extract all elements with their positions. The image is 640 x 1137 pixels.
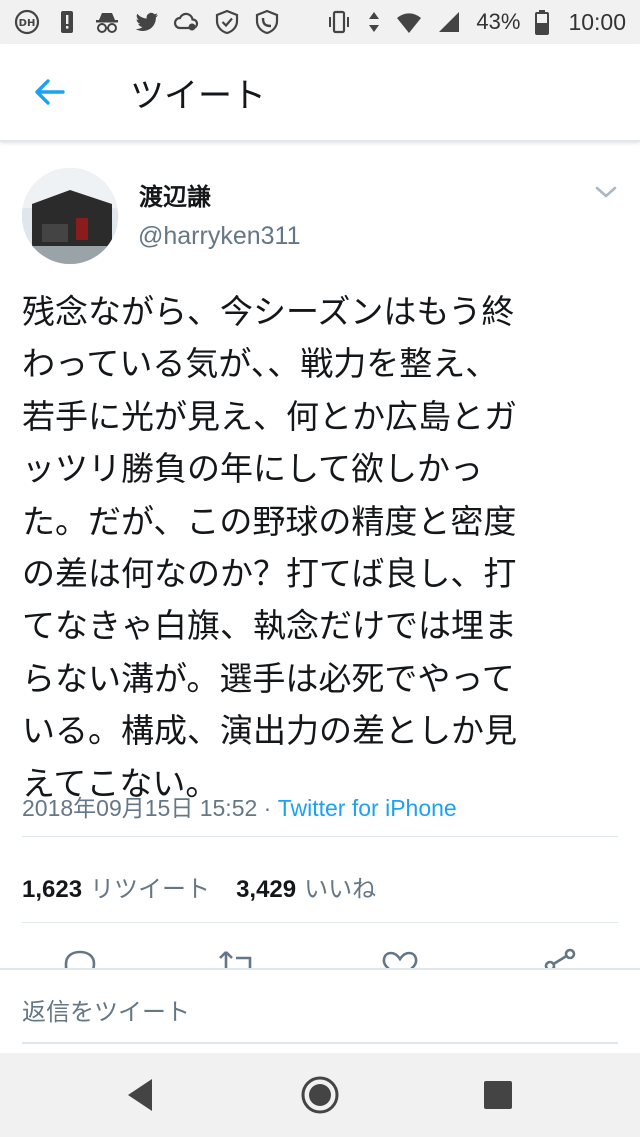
like-count: 3,429 bbox=[236, 876, 297, 903]
shield-icon bbox=[214, 9, 240, 35]
battery-percent: 43% bbox=[476, 9, 521, 34]
square-recents-icon bbox=[484, 1081, 512, 1109]
tweet-text-line: の差は何なのか？打てば良し、打 bbox=[22, 554, 517, 594]
share-icon bbox=[544, 948, 576, 970]
page-title: ツイート bbox=[130, 75, 266, 116]
phone-settings-icon bbox=[254, 9, 280, 35]
retweet-icon bbox=[219, 951, 252, 970]
app-header: ツイート bbox=[0, 44, 640, 142]
reply-button[interactable] bbox=[60, 946, 100, 970]
meta-separator: · bbox=[263, 795, 272, 821]
tweet-source-link[interactable]: Twitter for iPhone bbox=[278, 795, 457, 821]
retweet-button[interactable] bbox=[218, 946, 258, 970]
retweet-stat[interactable]: 1,623 リツイート bbox=[22, 869, 210, 904]
disney-hotstar-icon: DH bbox=[14, 9, 40, 35]
tweet-text: 残念ながら、今シーズンはもう終 わっている気が、、戦力を整え、 若手に光が見え、… bbox=[22, 286, 622, 810]
reply-icon bbox=[64, 950, 96, 970]
nav-recents-button[interactable] bbox=[478, 1075, 518, 1115]
nav-back-button[interactable] bbox=[122, 1075, 162, 1115]
circle-home-icon bbox=[301, 1076, 339, 1114]
tweet-actions bbox=[0, 942, 640, 970]
tweet-timestamp[interactable]: 2018年09月15日 15:52 bbox=[22, 795, 257, 821]
tweet-text-line: らない溝が。選手は必死でやって bbox=[22, 658, 515, 698]
like-label: いいね bbox=[304, 875, 377, 903]
retweet-label: リツイート bbox=[90, 875, 211, 903]
status-bar: DH 43% 10:00 bbox=[0, 0, 640, 44]
back-arrow-icon bbox=[35, 79, 65, 105]
status-right-icons: 43% 10:00 bbox=[326, 9, 626, 36]
wifi-icon bbox=[396, 9, 422, 35]
back-button[interactable] bbox=[20, 62, 80, 122]
nav-home-button[interactable] bbox=[300, 1075, 340, 1115]
clock: 10:00 bbox=[568, 8, 626, 35]
author-handle[interactable]: @harryken311 bbox=[138, 222, 301, 251]
reply-underline bbox=[22, 1042, 618, 1044]
data-arrows-icon bbox=[366, 9, 382, 35]
tweet-text-line: てなきゃ白旗、執念だけでは埋ま bbox=[22, 606, 517, 646]
divider bbox=[22, 922, 618, 923]
chevron-down-icon bbox=[595, 186, 617, 198]
twitter-icon bbox=[134, 9, 160, 35]
cloud-settings-icon bbox=[174, 9, 200, 35]
status-left-icons: DH bbox=[14, 9, 280, 35]
svg-text:DH: DH bbox=[19, 18, 36, 29]
author-name[interactable]: 渡辺謙 bbox=[139, 177, 211, 212]
tweet-text-line: いる。構成、演出力の差としか見 bbox=[22, 711, 517, 751]
heart-icon bbox=[382, 951, 418, 970]
tweet-meta: 2018年09月15日 15:52 · Twitter for iPhone bbox=[22, 789, 457, 823]
tweet-author-row: 渡辺謙 @harryken311 bbox=[0, 142, 640, 282]
vibrate-icon bbox=[326, 9, 352, 35]
tweet-detail: 渡辺謙 @harryken311 残念ながら、今シーズンはもう終 わっている気が… bbox=[0, 142, 640, 970]
share-button[interactable] bbox=[540, 946, 580, 970]
signal-icon bbox=[436, 9, 462, 35]
reply-input[interactable]: 返信をツイート bbox=[22, 992, 190, 1027]
like-stat[interactable]: 3,429 いいね bbox=[236, 869, 376, 904]
retweet-count: 1,623 bbox=[22, 876, 83, 903]
tweet-text-line: わっている気が、、戦力を整え、 bbox=[22, 344, 499, 384]
tweet-text-line: た。だが、この野球の精度と密度 bbox=[22, 501, 517, 541]
divider bbox=[22, 836, 618, 837]
avatar[interactable] bbox=[22, 168, 118, 264]
like-button[interactable] bbox=[380, 946, 420, 970]
battery-icon bbox=[534, 9, 550, 35]
spy-icon bbox=[94, 9, 120, 35]
system-nav-bar bbox=[0, 1053, 640, 1137]
tweet-text-line: ッツリ勝負の年にして欲しかっ bbox=[22, 449, 484, 489]
tweet-text-line: 若手に光が見え、何とか広島とガ bbox=[22, 396, 517, 436]
reply-bar: 返信をツイート bbox=[0, 968, 640, 1053]
tweet-text-line: 残念ながら、今シーズンはもう終 bbox=[22, 292, 515, 331]
tweet-stats: 1,623 リツイート 3,429 いいね bbox=[22, 869, 376, 904]
alert-icon bbox=[54, 9, 80, 35]
more-options-button[interactable] bbox=[592, 180, 620, 204]
triangle-back-icon bbox=[128, 1079, 152, 1111]
